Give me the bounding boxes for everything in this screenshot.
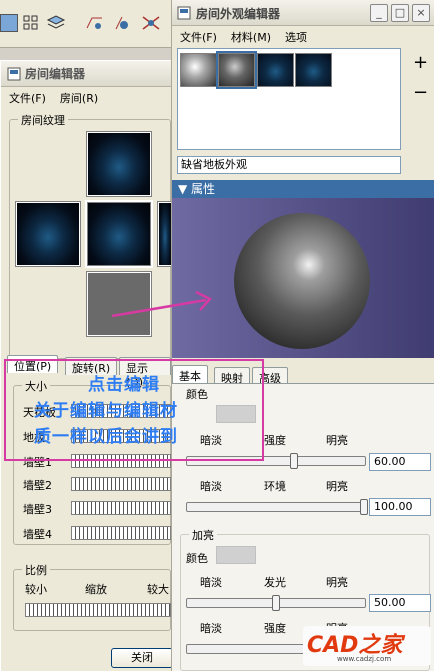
cadzj-watermark: CAD之家 www.cadzj.com [303, 626, 431, 666]
eye-icon[interactable] [112, 14, 130, 32]
scale-label: 比例 [22, 562, 50, 578]
properties-label: 属性 [191, 182, 216, 196]
room-editor-menubar: 文件(F) 房间(R) [1, 87, 171, 109]
annotation-line-3: 质一样以后会讲到 [34, 427, 178, 447]
remove-material-button[interactable]: − [413, 82, 428, 103]
watermark-url: www.cadzj.com [337, 655, 392, 663]
texture-wall-left[interactable] [15, 201, 81, 267]
row-wall3-label: 墙壁3 [23, 503, 52, 516]
layers-icon[interactable] [46, 14, 66, 32]
add-material-button[interactable]: + [413, 52, 428, 73]
close-window-button[interactable]: × [412, 4, 430, 22]
ambient-label: 环境 [264, 480, 286, 493]
row-wall2-label: 墙壁2 [23, 479, 52, 492]
wall3-size-slider[interactable] [71, 501, 171, 515]
brightness-value-field[interactable]: 60.00 [369, 453, 431, 471]
menu-file[interactable]: 文件(F) [180, 29, 217, 45]
scale-slider[interactable] [25, 603, 171, 617]
scale-smaller-label: 较小 [25, 583, 47, 596]
collapse-icon: ▼ [178, 182, 192, 196]
appearance-menubar: 文件(F) 材料(M) 选项 [172, 26, 434, 48]
material-thumb-4[interactable] [295, 53, 332, 87]
brightness-bright-label: 明亮 [326, 434, 348, 447]
menu-material[interactable]: 材料(M) [231, 29, 271, 45]
maximize-button[interactable]: □ [391, 4, 409, 22]
ambient-dim-label: 暗淡 [200, 480, 222, 493]
window-icon [177, 6, 191, 20]
ambient-slider-thumb[interactable] [360, 499, 368, 515]
pointer-arrow [111, 290, 213, 318]
room-editor-titlebar[interactable]: 房间编辑器 [1, 61, 171, 87]
row-wall4-label: 墙壁4 [23, 528, 52, 541]
menu-options[interactable]: 选项 [285, 29, 307, 45]
room-editor-title: 房间编辑器 [25, 67, 86, 81]
ambient-slider[interactable] [186, 502, 366, 512]
material-thumb-1[interactable] [180, 53, 217, 87]
material-preview [172, 198, 434, 358]
ambient-bright-label: 明亮 [326, 480, 348, 493]
highlight-color-swatch[interactable] [216, 546, 256, 564]
texture-wall-right[interactable] [157, 201, 173, 267]
minimize-button[interactable]: _ [370, 4, 388, 22]
annotation-line-2: 关于编辑与编辑材 [34, 401, 178, 421]
glow-value-field[interactable]: 50.00 [369, 594, 431, 612]
menu-file[interactable]: 文件(F) [9, 90, 46, 106]
view-icon[interactable] [0, 14, 18, 32]
main-toolbar [0, 0, 172, 48]
scale-zoom-label: 缩放 [85, 583, 107, 596]
highlight-label: 加亮 [189, 527, 217, 543]
glow-label: 发光 [264, 576, 286, 589]
highlight-color-label: 颜色 [186, 552, 208, 565]
room-appearance-window: 房间外观编辑器 _ □ × 文件(F) 材料(M) 选项 + − 缺省地板外观 … [171, 0, 434, 671]
wall2-size-slider[interactable] [71, 477, 171, 491]
glow-slider-thumb[interactable] [272, 595, 280, 611]
room-texture-label: 房间纹理 [18, 112, 68, 128]
visibility-icon[interactable] [84, 14, 102, 32]
material-thumb-2[interactable] [216, 51, 257, 89]
material-thumb-3[interactable] [257, 53, 294, 87]
properties-header[interactable]: ▼ 属性 [172, 180, 434, 198]
texture-ceiling[interactable] [86, 131, 152, 197]
preview-sphere [234, 213, 370, 349]
scale-group: 比例 [13, 562, 171, 631]
hide-icon[interactable] [140, 14, 160, 32]
strength2-dim-label: 暗淡 [200, 622, 222, 635]
appearance-titlebar[interactable]: 房间外观编辑器 _ □ × [172, 0, 434, 26]
glow-bright-label: 明亮 [326, 576, 348, 589]
glow-dim-label: 暗淡 [200, 576, 222, 589]
close-button[interactable]: 关闭 [111, 648, 173, 668]
brightness-strength-label: 强度 [264, 434, 286, 447]
grid-icon[interactable] [22, 14, 40, 32]
texture-floor[interactable] [85, 200, 153, 268]
ambient-value-field[interactable]: 100.00 [369, 498, 431, 516]
brightness-slider-thumb[interactable] [290, 453, 298, 469]
strength2-label: 强度 [264, 622, 286, 635]
window-icon [7, 67, 21, 80]
annotation-line-1: 点击编辑 [88, 375, 160, 395]
scale-larger-label: 较大 [147, 583, 169, 596]
menu-room[interactable]: 房间(R) [60, 90, 98, 106]
wall4-size-slider[interactable] [71, 526, 171, 540]
material-name-field[interactable]: 缺省地板外观 [177, 156, 401, 174]
appearance-title: 房间外观编辑器 [196, 7, 281, 21]
